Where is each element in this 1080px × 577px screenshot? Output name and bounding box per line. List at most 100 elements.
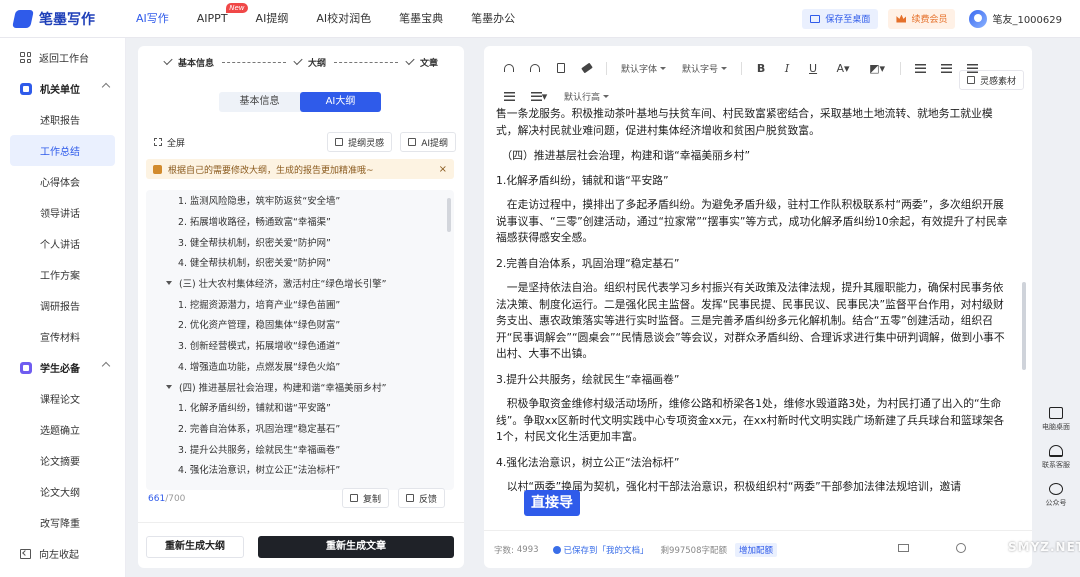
outline-section[interactable]: (三) 壮大农村集体经济，激活村庄“绿色增长引擎” xyxy=(146,273,454,294)
nav-ai-outline[interactable]: AI提纲 xyxy=(242,0,303,38)
undo-icon[interactable] xyxy=(496,58,522,78)
outline-item[interactable]: 4. 增强造血功能，点燃发展“绿色火焰” xyxy=(146,356,454,377)
sidebar-item-publicity[interactable]: 宣传材料 xyxy=(0,321,125,352)
sidebar-item-rewrite[interactable]: 改写降重 xyxy=(0,507,125,538)
sidebar-item-reflection[interactable]: 心得体会 xyxy=(0,166,125,197)
add-quota-button[interactable]: 增加配额 xyxy=(734,542,777,557)
save-to-desktop-button[interactable]: 保存至桌面 xyxy=(802,8,879,29)
sidebar-item-course-paper[interactable]: 课程论文 xyxy=(0,383,125,414)
group-government-label: 机关单位 xyxy=(40,85,80,96)
font-color-icon[interactable]: A▾ xyxy=(826,58,860,78)
outdent-icon[interactable] xyxy=(496,86,522,106)
export-button[interactable]: 直接导 xyxy=(524,490,580,516)
highlight-icon[interactable]: ◩▾ xyxy=(860,58,894,78)
font-size-select[interactable]: 默认字号 xyxy=(674,62,735,75)
format-painter-icon[interactable] xyxy=(548,58,574,78)
outline-item[interactable]: 2. 优化资产管理，稳固集体“绿色财富” xyxy=(146,314,454,335)
sidebar-item-work-summary[interactable]: 工作总结 xyxy=(10,135,115,166)
fullscreen-button[interactable]: 全屏 xyxy=(146,132,194,152)
outline-list[interactable]: 1. 监测风险隐患，筑牢防返贫“安全墙” 2. 拓展增收路径，畅通致富“幸福渠” 3… xyxy=(146,190,454,490)
copy-button[interactable]: 复制 xyxy=(342,488,390,508)
article-heading[interactable]: 4.强化法治意识，树立公正“法治标杆” xyxy=(496,455,1010,472)
desktop-label: 电脑桌面 xyxy=(1042,422,1070,431)
sidebar-item-work-plan[interactable]: 工作方案 xyxy=(0,259,125,290)
outline-item[interactable]: 1. 化解矛盾纠纷，铺就和谐“平安路” xyxy=(146,397,454,418)
tab-basic-info[interactable]: 基本信息 xyxy=(219,92,300,112)
group-government[interactable]: 机关单位 xyxy=(0,73,125,104)
step-article: 文章 xyxy=(405,55,438,69)
caret-down-icon[interactable] xyxy=(166,384,172,389)
regenerate-article-button[interactable]: 重新生成文章 xyxy=(258,536,454,558)
font-family-select[interactable]: 默认字体 xyxy=(613,62,674,75)
regenerate-outline-button[interactable]: 重新生成大纲 xyxy=(146,536,244,558)
settings-icon[interactable] xyxy=(956,543,966,553)
outline-inspire-button[interactable]: 提纲灵感 xyxy=(327,132,393,152)
tab-ai-outline[interactable]: AI大纲 xyxy=(300,92,381,112)
outline-item[interactable]: 1. 挖掘资源潜力，培育产业“绿色苗圃” xyxy=(146,293,454,314)
article-paragraph[interactable]: 一是坚持依法自治。组织村民代表学习乡村振兴有关政策及法律法规，提升其履职能力，确… xyxy=(496,280,1010,363)
monitor-icon xyxy=(810,14,821,23)
outline-text: 2. 优化资产管理，稳固集体“绿色财富” xyxy=(178,320,341,332)
outline-text: 3. 创新经营模式，拓展增收“绿色通道” xyxy=(178,341,341,353)
outline-text: 3. 健全帮扶机制，织密关爱“防护网” xyxy=(178,237,331,249)
eraser-icon[interactable] xyxy=(574,58,600,78)
feedback-button[interactable]: 反馈 xyxy=(398,488,446,508)
outline-inspire-label: 提纲灵感 xyxy=(348,138,385,149)
renew-vip-button[interactable]: 续费会员 xyxy=(888,8,956,29)
document-body[interactable]: 售一条龙服务。积极推动茶叶基地与扶贫车间、村民致富紧密结合，采取基地土地流转、就… xyxy=(496,106,1010,518)
group-students[interactable]: 学生必备 xyxy=(0,352,125,383)
sidebar-item-leader-speech[interactable]: 领导讲话 xyxy=(0,197,125,228)
nav-aippt[interactable]: AIPPT New xyxy=(183,0,248,38)
article-paragraph[interactable]: 在走访过程中，摸排出了多起矛盾纠纷。为避免矛盾升级，驻村工作队积极联系村“两委”… xyxy=(496,197,1010,247)
sidebar-item-topic[interactable]: 选题确立 xyxy=(0,414,125,445)
desktop-shortcut[interactable]: 电脑桌面 xyxy=(1042,400,1070,438)
outline-item[interactable]: 4. 健全帮扶机制，织密关爱“防护网” xyxy=(146,252,454,273)
sidebar-item-outline[interactable]: 论文大纲 xyxy=(0,476,125,507)
article-heading[interactable]: （四）推进基层社会治理，构建和谐“幸福美丽乡村” xyxy=(496,148,1010,165)
user-menu[interactable]: 笔友_1000629 xyxy=(969,9,1062,28)
align-icon[interactable]: ▾ xyxy=(522,86,556,106)
outline-section[interactable]: (四) 推进基层社会治理，构建和谐“幸福美丽乡村” xyxy=(146,376,454,397)
logo[interactable]: 笔墨写作 xyxy=(12,9,122,29)
article-paragraph[interactable]: 积极争取资金维修村级活动场所，维修公路和桥梁各1处，维修水毁道路3处，为村民打通… xyxy=(496,396,1010,446)
outline-item[interactable]: 2. 完善自治体系，巩固治理“稳定基石” xyxy=(146,418,454,439)
underline-icon[interactable]: U xyxy=(800,58,826,78)
char-limit: /700 xyxy=(165,494,186,504)
close-icon[interactable]: × xyxy=(439,164,447,175)
collapse-sidebar[interactable]: 向左收起 xyxy=(0,538,126,569)
numbered-list-icon[interactable] xyxy=(933,58,959,78)
article-heading[interactable]: 3.提升公共服务，绘就民生“幸福画卷” xyxy=(496,372,1010,389)
article-paragraph[interactable]: 售一条龙服务。积极推动茶叶基地与扶贫车间、村民致富紧密结合，采取基地土地流转、就… xyxy=(496,106,1010,139)
bold-icon[interactable]: B xyxy=(748,58,774,78)
nav-ai-proofread[interactable]: AI校对润色 xyxy=(302,0,385,38)
line-height-select[interactable]: 默认行高 xyxy=(556,90,617,103)
contact-service[interactable]: 联系客服 xyxy=(1042,438,1070,476)
ai-outline-button[interactable]: AI提纲 xyxy=(400,132,456,152)
outline-item[interactable]: 3. 健全帮扶机制，织密关爱“防护网” xyxy=(146,231,454,252)
scrollbar[interactable] xyxy=(1022,282,1026,370)
mail-icon[interactable] xyxy=(898,544,909,552)
back-to-workbench[interactable]: 返回工作台 xyxy=(0,42,125,73)
outline-item[interactable]: 4. 强化法治意识，树立公正“法治标杆” xyxy=(146,459,454,480)
outline-item[interactable]: 2. 拓展增收路径，畅通致富“幸福渠” xyxy=(146,211,454,232)
sidebar-item-personal-speech[interactable]: 个人讲话 xyxy=(0,228,125,259)
italic-icon[interactable]: I xyxy=(774,58,800,78)
nav-bimo-guide[interactable]: 笔墨宝典 xyxy=(385,0,457,38)
sidebar-item-abstract[interactable]: 论文摘要 xyxy=(0,445,125,476)
nav-bimo-office[interactable]: 笔墨办公 xyxy=(457,0,529,38)
nav-ai-writing[interactable]: AI写作 xyxy=(122,0,183,38)
outline-item[interactable]: 1. 监测风险隐患，筑牢防返贫“安全墙” xyxy=(146,190,454,211)
outline-item[interactable]: 3. 创新经营模式，拓展增收“绿色通道” xyxy=(146,335,454,356)
article-heading[interactable]: 2.完善自治体系，巩固治理“稳定基石” xyxy=(496,256,1010,273)
saved-status[interactable]: 已保存到「我的文档」 xyxy=(552,544,649,556)
sidebar-item-report[interactable]: 述职报告 xyxy=(0,104,125,135)
article-heading[interactable]: 1.化解矛盾纠纷，铺就和谐“平安路” xyxy=(496,173,1010,190)
outline-item[interactable]: 3. 提升公共服务，绘就民生“幸福画卷” xyxy=(146,438,454,459)
redo-icon[interactable] xyxy=(522,58,548,78)
inspire-material-button[interactable]: 灵感素材 xyxy=(958,70,1024,90)
sidebar-item-research-report[interactable]: 调研报告 xyxy=(0,290,125,321)
caret-down-icon[interactable] xyxy=(166,281,172,286)
wechat-account[interactable]: 公众号 xyxy=(1046,476,1067,514)
scrollbar[interactable] xyxy=(447,198,451,232)
bullet-list-icon[interactable] xyxy=(907,58,933,78)
